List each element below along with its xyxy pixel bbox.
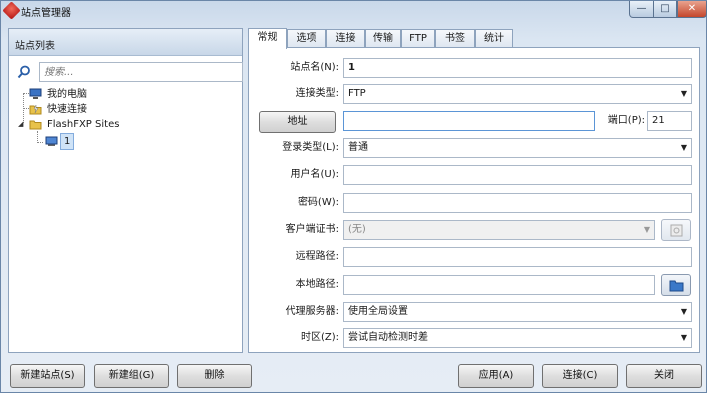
tab-transfer[interactable]: 传输 bbox=[365, 29, 401, 48]
remote-path-label: 远程路径: bbox=[295, 251, 339, 262]
folder-icon bbox=[669, 279, 684, 295]
chevron-down-icon: ▼ bbox=[680, 89, 687, 98]
tab-bookmarks[interactable]: 书签 bbox=[435, 29, 475, 48]
password-input[interactable] bbox=[343, 193, 692, 213]
tree-label: 我的电脑 bbox=[47, 89, 87, 100]
window-title: 站点管理器 bbox=[21, 8, 71, 19]
local-path-input[interactable] bbox=[343, 275, 655, 295]
folder-icon bbox=[29, 118, 42, 130]
quick-connect-folder-icon bbox=[29, 103, 42, 115]
general-settings-panel: 站点名(N): 1 连接类型: FTP ▼ 地址 端口(P): 21 登录类型(… bbox=[248, 47, 700, 353]
close-button[interactable]: 关闭 bbox=[626, 364, 702, 388]
timezone-select[interactable]: 尝试自动检测时差 ▼ bbox=[343, 328, 692, 348]
browse-folder-button[interactable] bbox=[661, 274, 691, 296]
connection-type-label: 连接类型: bbox=[295, 88, 339, 99]
timezone-label: 时区(Z): bbox=[300, 332, 339, 343]
login-type-value: 普通 bbox=[348, 142, 368, 153]
client-cert-select[interactable]: (无) ▼ bbox=[343, 220, 655, 240]
chevron-down-icon: ▼ bbox=[680, 307, 687, 316]
close-window-button[interactable]: ✕ bbox=[677, 1, 707, 18]
tab-options[interactable]: 选项 bbox=[287, 29, 326, 48]
tab-connection[interactable]: 连接 bbox=[326, 29, 365, 48]
port-label: 端口(P): bbox=[607, 115, 645, 126]
proxy-value: 使用全局设置 bbox=[348, 306, 408, 317]
tree-label: FlashFXP Sites bbox=[47, 119, 120, 130]
certificate-icon bbox=[670, 224, 683, 240]
connection-type-value: FTP bbox=[348, 88, 366, 99]
chevron-down-icon: ▼ bbox=[680, 143, 687, 152]
client-cert-label: 客户端证书: bbox=[285, 224, 339, 235]
search-row bbox=[13, 62, 243, 82]
login-type-label: 登录类型(L): bbox=[282, 142, 339, 153]
username-input[interactable] bbox=[343, 165, 692, 185]
login-type-select[interactable]: 普通 ▼ bbox=[343, 138, 692, 158]
local-path-label: 本地路径: bbox=[295, 279, 339, 290]
site-search-input[interactable] bbox=[39, 62, 243, 82]
site-name-input[interactable]: 1 bbox=[343, 58, 692, 78]
tree-connector bbox=[37, 142, 43, 143]
apply-button[interactable]: 应用(A) bbox=[458, 364, 534, 388]
tab-general[interactable]: 常规 bbox=[248, 28, 287, 49]
flashfxp-logo-icon bbox=[2, 1, 21, 20]
chevron-down-icon: ▼ bbox=[680, 333, 687, 342]
title-bar: 站点管理器 — □ ✕ bbox=[1, 1, 707, 21]
site-list-header: 站点列表 bbox=[9, 29, 242, 56]
tab-ftp[interactable]: FTP bbox=[401, 29, 435, 48]
remote-path-input[interactable] bbox=[343, 247, 692, 267]
search-icon bbox=[17, 65, 31, 79]
client-cert-value: (无) bbox=[348, 224, 366, 235]
computer-icon bbox=[29, 88, 42, 100]
tab-statistics[interactable]: 统计 bbox=[475, 29, 513, 48]
site-manager-window: 站点管理器 — □ ✕ 站点列表 搜索... 我的电脑 快速连接 ◢ Flash… bbox=[0, 0, 707, 393]
site-name-label: 站点名(N): bbox=[290, 62, 339, 73]
site-list-panel: 站点列表 我的电脑 bbox=[8, 28, 243, 353]
address-button[interactable]: 地址 bbox=[259, 111, 336, 133]
password-label: 密码(W): bbox=[297, 197, 339, 208]
maximize-button[interactable]: □ bbox=[653, 1, 677, 18]
site-icon bbox=[45, 135, 58, 147]
certificate-button[interactable] bbox=[661, 219, 691, 241]
new-group-button[interactable]: 新建组(G) bbox=[94, 364, 169, 388]
collapse-triangle-icon[interactable]: ◢ bbox=[18, 120, 23, 128]
proxy-label: 代理服务器: bbox=[285, 306, 339, 317]
connect-button[interactable]: 连接(C) bbox=[542, 364, 618, 388]
tree-label: 1 bbox=[60, 133, 75, 150]
tree-label: 快速连接 bbox=[47, 104, 87, 115]
minimize-button[interactable]: — bbox=[629, 1, 654, 18]
proxy-select[interactable]: 使用全局设置 ▼ bbox=[343, 302, 692, 322]
new-site-button[interactable]: 新建站点(S) bbox=[10, 364, 85, 388]
delete-button[interactable]: 删除 bbox=[177, 364, 252, 388]
username-label: 用户名(U): bbox=[290, 169, 340, 180]
chevron-down-icon: ▼ bbox=[643, 225, 650, 234]
connection-type-select[interactable]: FTP ▼ bbox=[343, 84, 692, 104]
port-input[interactable]: 21 bbox=[647, 111, 692, 131]
timezone-value: 尝试自动检测时差 bbox=[348, 332, 428, 343]
address-input[interactable] bbox=[343, 111, 595, 131]
